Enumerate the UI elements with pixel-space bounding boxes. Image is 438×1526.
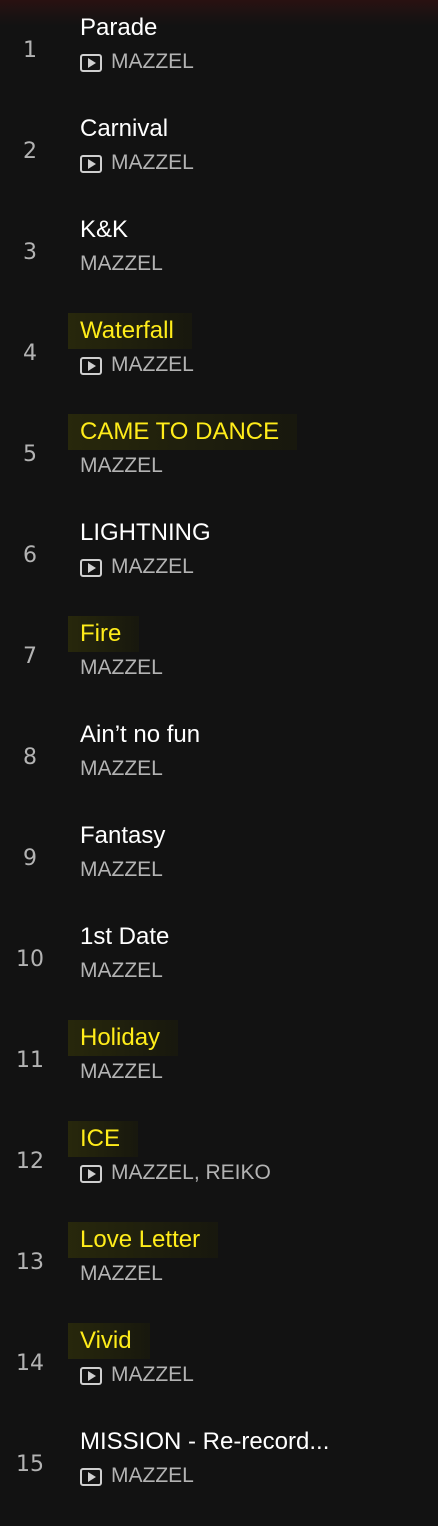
track-row[interactable]: 8 Ain’t no fun MAZZEL <box>0 717 438 818</box>
track-artist-row: MAZZEL <box>80 754 163 784</box>
video-icon <box>80 154 102 173</box>
track-number: 13 <box>16 1250 44 1275</box>
track-artist[interactable]: MAZZEL <box>80 252 163 276</box>
track-artist[interactable]: MAZZEL <box>80 858 163 882</box>
track-title[interactable]: Holiday <box>80 1024 160 1051</box>
track-artist[interactable]: MAZZEL <box>80 454 163 478</box>
track-title[interactable]: ICE <box>80 1125 120 1152</box>
track-artist[interactable]: MAZZEL <box>80 757 163 781</box>
track-row[interactable]: 14 Vivid MAZZEL <box>0 1323 438 1424</box>
track-row[interactable]: 1 Parade MAZZEL <box>0 10 438 111</box>
track-number: 11 <box>16 1048 44 1073</box>
track-title-wrap: Ain’t no fun <box>68 717 218 753</box>
track-row[interactable]: 11 Holiday MAZZEL <box>0 1020 438 1121</box>
track-row[interactable]: 10 1st Date MAZZEL <box>0 919 438 1020</box>
track-number: 4 <box>23 341 37 366</box>
track-artist-row: MAZZEL, REIKO <box>80 1158 271 1188</box>
track-title-wrap: Love Letter <box>68 1222 219 1258</box>
track-title-wrap: 1st Date <box>68 919 187 955</box>
track-artist-row: MAZZEL <box>80 148 194 178</box>
track-artist-row: MAZZEL <box>80 451 163 481</box>
track-row[interactable]: 4 Waterfall MAZZEL <box>0 313 438 414</box>
track-title[interactable]: K&K <box>80 216 128 243</box>
track-artist[interactable]: MAZZEL <box>80 1262 163 1286</box>
track-artist[interactable]: MAZZEL <box>80 959 163 983</box>
track-number: 9 <box>23 846 37 871</box>
track-title-wrap: K&K <box>68 212 146 248</box>
track-title-wrap: LIGHTNING <box>68 515 229 551</box>
track-number: 2 <box>23 139 37 164</box>
track-title-wrap: CAME TO DANCE <box>68 414 298 450</box>
track-artist-row: MAZZEL <box>80 249 163 279</box>
track-number: 12 <box>16 1149 44 1174</box>
track-title-wrap: Vivid <box>68 1323 150 1359</box>
track-row[interactable]: 9 Fantasy MAZZEL <box>0 818 438 919</box>
track-title[interactable]: Vivid <box>80 1327 132 1354</box>
track-title[interactable]: MISSION - Re-record... <box>80 1428 329 1455</box>
track-artist-row: MAZZEL <box>80 350 194 380</box>
video-icon <box>80 1467 102 1486</box>
track-number: 1 <box>23 38 37 63</box>
track-title-wrap: Carnival <box>68 111 186 147</box>
track-number: 3 <box>23 240 37 265</box>
track-title-wrap: Holiday <box>68 1020 179 1056</box>
track-title[interactable]: Fantasy <box>80 822 165 849</box>
track-title[interactable]: Parade <box>80 14 157 41</box>
track-artist-row: MAZZEL <box>80 653 163 683</box>
track-artist-row: MAZZEL <box>80 1057 163 1087</box>
track-row[interactable]: 2 Carnival MAZZEL <box>0 111 438 212</box>
track-title[interactable]: Ain’t no fun <box>80 721 200 748</box>
track-artist[interactable]: MAZZEL <box>111 151 194 175</box>
track-title-wrap: MISSION - Re-record... <box>68 1424 347 1460</box>
track-artist[interactable]: MAZZEL <box>80 1060 163 1084</box>
track-artist[interactable]: MAZZEL <box>111 50 194 74</box>
track-title[interactable]: LIGHTNING <box>80 519 211 546</box>
track-number: 5 <box>23 442 37 467</box>
track-row[interactable]: 7 Fire MAZZEL <box>0 616 438 717</box>
track-number: 14 <box>16 1351 44 1376</box>
track-row[interactable]: 6 LIGHTNING MAZZEL <box>0 515 438 616</box>
track-row[interactable]: 13 Love Letter MAZZEL <box>0 1222 438 1323</box>
track-artist[interactable]: MAZZEL <box>111 1464 194 1488</box>
track-artist-row: MAZZEL <box>80 1461 194 1491</box>
track-artist-row: MAZZEL <box>80 1259 163 1289</box>
track-title-wrap: Parade <box>68 10 175 46</box>
track-artist[interactable]: MAZZEL, REIKO <box>111 1161 271 1185</box>
track-title[interactable]: Waterfall <box>80 317 174 344</box>
track-title-wrap: Fire <box>68 616 140 652</box>
track-artist-row: MAZZEL <box>80 956 163 986</box>
track-number: 6 <box>23 543 37 568</box>
track-number: 7 <box>23 644 37 669</box>
track-artist-row: MAZZEL <box>80 1360 194 1390</box>
track-title-wrap: ICE <box>68 1121 139 1157</box>
track-title-wrap: Fantasy <box>68 818 183 854</box>
video-icon <box>80 53 102 72</box>
track-row[interactable]: 3 K&K MAZZEL <box>0 212 438 313</box>
track-artist-row: MAZZEL <box>80 855 163 885</box>
track-artist[interactable]: MAZZEL <box>111 353 194 377</box>
track-title[interactable]: Fire <box>80 620 121 647</box>
track-title[interactable]: 1st Date <box>80 923 169 950</box>
track-number: 10 <box>16 947 44 972</box>
track-row[interactable]: 12 ICE MAZZEL, REIKO <box>0 1121 438 1222</box>
track-artist[interactable]: MAZZEL <box>111 1363 194 1387</box>
video-icon <box>80 1164 102 1183</box>
track-artist-row: MAZZEL <box>80 47 194 77</box>
track-title-wrap: Waterfall <box>68 313 192 349</box>
track-row[interactable]: 15 MISSION - Re-record... MAZZEL <box>0 1424 438 1525</box>
track-artist-row: MAZZEL <box>80 552 194 582</box>
track-number: 8 <box>23 745 37 770</box>
track-artist[interactable]: MAZZEL <box>111 555 194 579</box>
track-row[interactable]: 5 CAME TO DANCE MAZZEL <box>0 414 438 515</box>
video-icon <box>80 356 102 375</box>
track-artist[interactable]: MAZZEL <box>80 656 163 680</box>
track-title[interactable]: Carnival <box>80 115 168 142</box>
track-title[interactable]: CAME TO DANCE <box>80 418 279 445</box>
track-number: 15 <box>16 1452 44 1477</box>
video-icon <box>80 1366 102 1385</box>
video-icon <box>80 558 102 577</box>
track-title[interactable]: Love Letter <box>80 1226 200 1253</box>
